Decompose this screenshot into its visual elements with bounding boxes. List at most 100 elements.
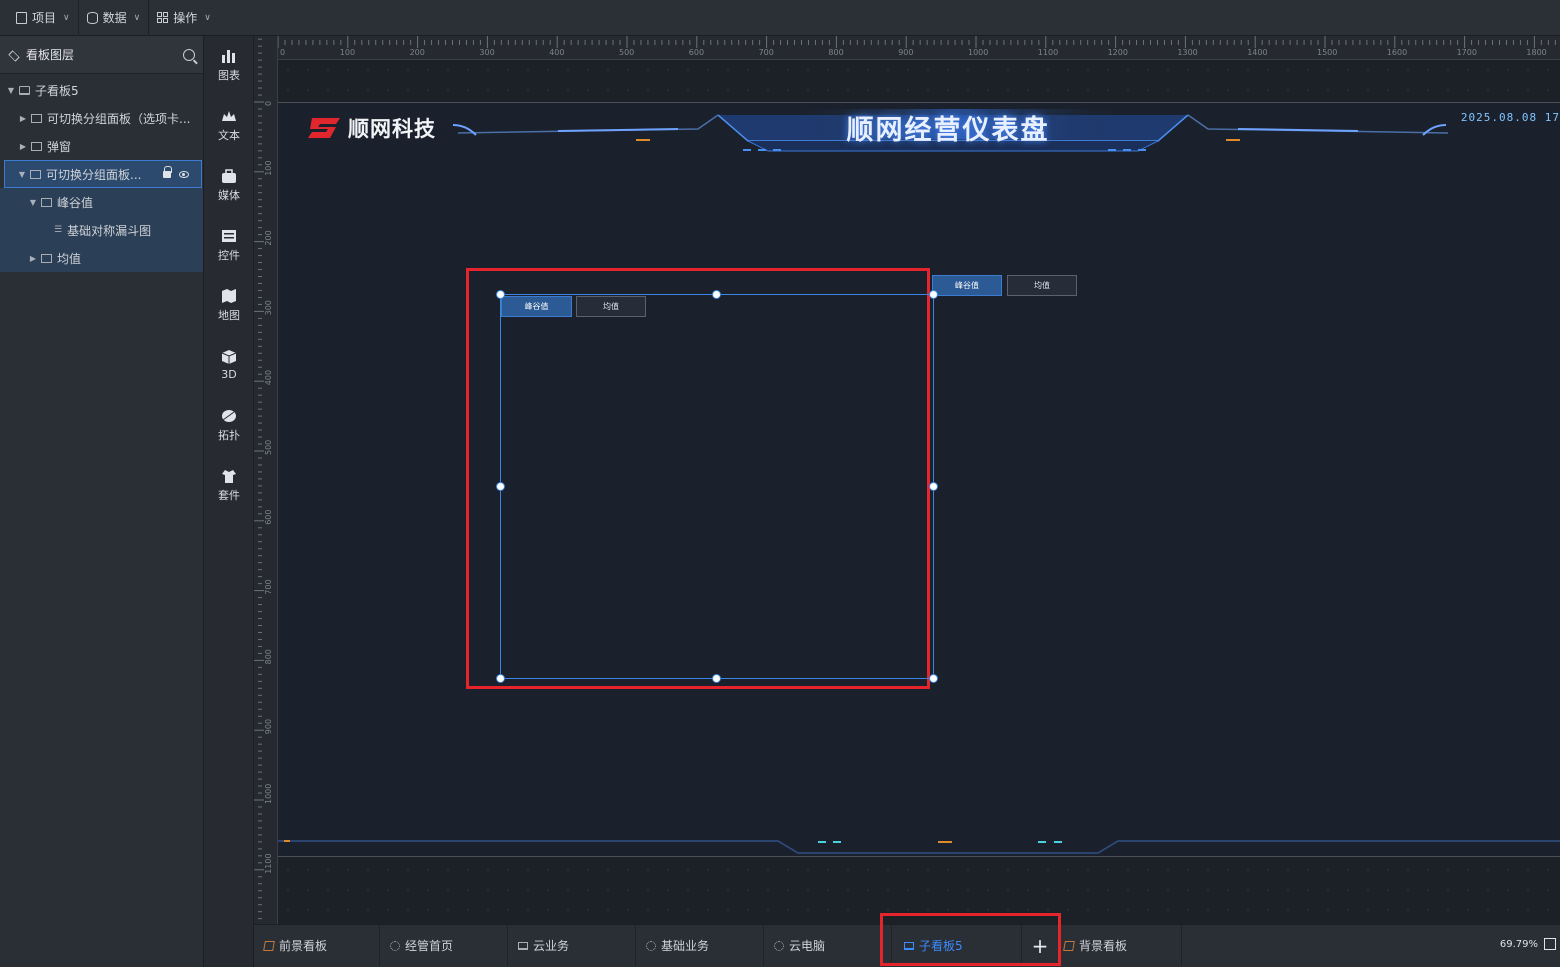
cube-icon <box>221 350 237 364</box>
caret-down-icon[interactable]: ▼ <box>6 86 16 95</box>
dashboard-date: 2025.08.08 17 <box>1460 111 1560 124</box>
board-tab-basic-business[interactable]: 基础业务 <box>636 925 764 966</box>
topology-icon <box>222 409 236 422</box>
canvas-workspace[interactable]: 顺网科技 顺网经营仪表盘 2025.08.08 17 峰谷值 均值 峰谷值 均值 <box>278 60 1560 924</box>
menu-operation[interactable]: 操作 ∨ <box>149 0 219 36</box>
layer-item-funnel-chart[interactable]: ☰ 基础对称漏斗图 <box>0 216 203 244</box>
highlight-box-bottom <box>880 913 1061 966</box>
board-tab-foreground[interactable]: 前景看板 <box>254 925 380 966</box>
ruler-label: 1700 <box>1457 48 1477 57</box>
layer-item-sub-board[interactable]: ▼ 子看板5 <box>0 76 203 104</box>
layer-item-label: 可切换分组面板（选项卡... <box>47 111 191 126</box>
top-menu-bar: 项目 ∨ 数据 ∨ 操作 ∨ <box>0 0 1560 36</box>
caret-down-icon[interactable]: ▼ <box>17 170 27 179</box>
selected-panel-tab-average[interactable]: 均值 <box>576 296 646 317</box>
panel-tab-average[interactable]: 均值 <box>1007 275 1077 296</box>
fit-screen-icon[interactable] <box>1544 938 1556 950</box>
layer-item-label: 可切换分组面板... <box>46 167 142 182</box>
board-tab-label: 云电脑 <box>789 939 826 953</box>
component-label: 拓扑 <box>218 428 240 442</box>
ruler-label: 100 <box>340 48 355 57</box>
caret-right-icon[interactable]: ▶ <box>18 114 28 123</box>
layer-item-switch-panel-1[interactable]: ▶ 可切换分组面板（选项卡... <box>0 104 203 132</box>
component-label: 图表 <box>218 68 240 82</box>
loading-icon <box>646 940 656 951</box>
resize-handle-bottom-left[interactable] <box>496 674 505 683</box>
component-map-button[interactable]: 地图 <box>204 280 254 330</box>
ruler-label: 1200 <box>1108 48 1128 57</box>
board-tab-cloud-pc[interactable]: 云电脑 <box>764 925 892 966</box>
screen-icon <box>518 941 528 950</box>
component-suite-button[interactable]: 套件 <box>204 460 254 510</box>
component-media-button[interactable]: 媒体 <box>204 160 254 210</box>
resize-handle-left[interactable] <box>496 482 505 491</box>
caret-right-icon[interactable]: ▶ <box>28 254 38 263</box>
component-label: 地图 <box>218 308 240 322</box>
ruler-label: 0 <box>280 48 285 57</box>
ruler-label: 0 <box>264 101 273 106</box>
ruler-label: 300 <box>264 300 273 315</box>
bar-chart-icon <box>222 49 235 63</box>
ruler-label: 700 <box>759 48 774 57</box>
layer-item-label: 弹窗 <box>47 139 72 154</box>
ruler-label: 1500 <box>1317 48 1337 57</box>
edit-icon <box>1063 940 1075 951</box>
board-tab-management-home[interactable]: 经管首页 <box>380 925 508 966</box>
ruler-label: 1800 <box>1526 48 1546 57</box>
resize-handle-top-left[interactable] <box>496 290 505 299</box>
menu-data-label: 数据 <box>102 11 127 25</box>
component-chart-button[interactable]: 图表 <box>204 40 254 90</box>
component-label: 媒体 <box>218 188 240 202</box>
board-tab-background[interactable]: 背景看板 <box>1058 925 1182 966</box>
layer-item-popup[interactable]: ▶ 弹窗 <box>0 132 203 160</box>
dashboard-footer-decoration <box>278 840 1560 854</box>
menu-project-label: 项目 <box>32 11 57 25</box>
resize-handle-top-right[interactable] <box>929 290 938 299</box>
resize-handle-bottom-right[interactable] <box>929 674 938 683</box>
component-label: 控件 <box>218 248 240 262</box>
board-tab-label: 经管首页 <box>405 939 454 953</box>
resize-handle-bottom[interactable] <box>712 674 721 683</box>
funnel-chart-icon: ☰ <box>54 225 63 235</box>
eye-icon[interactable] <box>179 170 189 178</box>
component-control-button[interactable]: 控件 <box>204 220 254 270</box>
selected-switch-panel[interactable]: 峰谷值 均值 <box>496 290 938 683</box>
layer-panel-title: 看板图层 <box>26 48 75 62</box>
selected-panel-tab-peak-valley[interactable]: 峰谷值 <box>501 296 572 317</box>
resize-handle-top[interactable] <box>712 290 721 299</box>
menu-data[interactable]: 数据 ∨ <box>79 0 150 36</box>
board-icon <box>19 85 30 95</box>
menu-project[interactable]: 项目 ∨ <box>8 0 79 36</box>
ruler-label: 700 <box>264 579 273 594</box>
ruler-label: 1600 <box>1387 48 1407 57</box>
zoom-level[interactable]: 69.79% <box>1500 939 1538 950</box>
component-topology-button[interactable]: 拓扑 <box>204 400 254 450</box>
document-icon <box>16 11 27 24</box>
unlock-icon[interactable] <box>163 165 172 178</box>
resize-handle-right[interactable] <box>929 482 938 491</box>
map-icon <box>222 288 236 303</box>
company-logo: 顺网科技 <box>306 113 436 143</box>
layer-item-average[interactable]: ▶ 均值 <box>0 244 203 272</box>
component-label: 文本 <box>218 128 240 142</box>
component-toolbar: 图表 文本 媒体 控件 地图 3D 拓扑 套件 <box>204 36 254 967</box>
layer-item-peak-valley[interactable]: ▼ 峰谷值 <box>0 188 203 216</box>
ruler-label: 500 <box>619 48 634 57</box>
panel-icon <box>41 197 52 207</box>
ruler-label: 1100 <box>1038 48 1058 57</box>
ruler-label: 600 <box>689 48 704 57</box>
layer-item-switch-panel-2[interactable]: ▼ 可切换分组面板... <box>4 160 202 188</box>
caret-down-icon[interactable]: ▼ <box>28 198 38 207</box>
component-text-button[interactable]: 文本 <box>204 100 254 150</box>
company-logo-mark <box>308 118 340 138</box>
ruler-label: 600 <box>264 510 273 525</box>
search-icon[interactable] <box>183 48 195 61</box>
dashboard-board[interactable]: 顺网科技 顺网经营仪表盘 2025.08.08 17 峰谷值 均值 峰谷值 均值 <box>278 102 1560 857</box>
panel-tab-peak-valley[interactable]: 峰谷值 <box>932 275 1002 296</box>
board-tab-cloud-business[interactable]: 云业务 <box>508 925 636 966</box>
caret-right-icon[interactable]: ▶ <box>18 142 28 151</box>
ruler-label: 300 <box>479 48 494 57</box>
vertical-ruler-ticks: 0 100 200 300 400 500 600 700 800 900 1000 1100 <box>254 38 273 920</box>
horizontal-ruler: 0 100 200 300 400 500 600 700 800 900 1000 1100 1200… <box>278 36 1560 60</box>
component-3d-button[interactable]: 3D <box>204 340 254 390</box>
